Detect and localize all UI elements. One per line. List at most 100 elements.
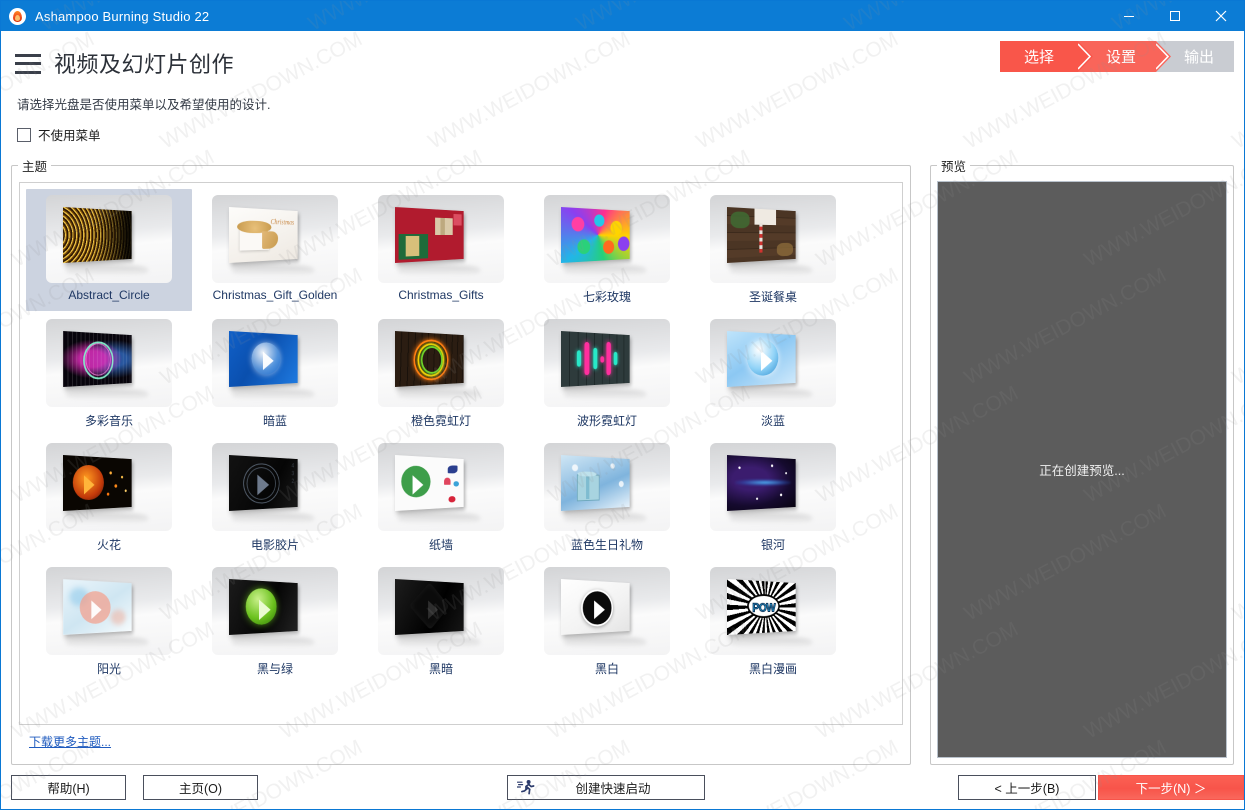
theme-art-sparks (63, 455, 132, 511)
theme-item-label: Abstract_Circle (68, 288, 150, 302)
theme-item[interactable]: 多彩音乐 (26, 313, 192, 435)
theme-thumbnail (710, 319, 836, 407)
preview-area: 正在创建预览... (937, 181, 1227, 758)
theme-item[interactable]: 纸墙 (358, 437, 524, 559)
theme-thumbnail (378, 443, 504, 531)
theme-art-comic-pow: POW (727, 579, 796, 635)
theme-item-label: 阳光 (96, 662, 121, 676)
theme-thumbnail (378, 319, 504, 407)
theme-thumbnail (46, 319, 172, 407)
theme-item-label: 多彩音乐 (84, 414, 133, 428)
theme-thumbnail (46, 195, 172, 283)
chevron-right-icon-2 (1156, 41, 1171, 72)
theme-item-label: 蓝色生日礼物 (570, 538, 643, 552)
help-button[interactable]: 帮助(H) (11, 774, 126, 800)
theme-item[interactable]: 暗蓝 (192, 313, 358, 435)
footer-bar: 帮助(H) 主页(O) 创建快速启动 < 上一步(B) 下一步(N) ＞ (1, 765, 1244, 809)
theme-art-abstract-circle (63, 207, 132, 263)
theme-art-galaxy (727, 455, 796, 511)
theme-art-paper-wall (395, 455, 464, 511)
theme-grid: Abstract_Circle Christmas Christmas_Gift_… (20, 189, 902, 683)
theme-art-blue-birthday-gift (561, 455, 630, 511)
preview-group-legend: 预览 (941, 160, 967, 174)
theme-item[interactable]: 淡蓝 (690, 313, 856, 435)
theme-item[interactable]: 黑白 (524, 561, 690, 683)
theme-thumbnail (46, 567, 172, 655)
theme-list[interactable]: Abstract_Circle Christmas Christmas_Gift_… (19, 182, 903, 725)
theme-art-dark (395, 579, 464, 635)
step-select[interactable]: 选择 (1000, 41, 1093, 72)
theme-thumbnail (710, 443, 836, 531)
minimize-icon[interactable] (1106, 1, 1152, 31)
home-button-label: 主页(O) (178, 781, 223, 796)
theme-art-colorful-music (63, 331, 132, 387)
theme-art-christmas-table (727, 207, 796, 263)
help-button-label: 帮助(H) (47, 781, 90, 796)
theme-item[interactable]: 蓝色生日礼物 (524, 437, 690, 559)
download-more-row: 下载更多主题... (19, 725, 903, 757)
no-menu-checkbox[interactable] (17, 127, 31, 142)
theme-item[interactable]: 黑暗 (358, 561, 524, 683)
theme-item[interactable]: POW 黑白漫画 (690, 561, 856, 683)
theme-art-orange-neon (395, 331, 464, 387)
theme-item[interactable]: 波形霓虹灯 (524, 313, 690, 435)
theme-thumbnail (544, 195, 670, 283)
theme-item[interactable]: 4 3 2 电影胶片 (192, 437, 358, 559)
theme-item-label: 七彩玫瑰 (582, 290, 631, 304)
theme-thumbnail: 432 (212, 443, 338, 531)
theme-item[interactable]: 橙色霓虹灯 (358, 313, 524, 435)
no-menu-row[interactable]: 不使用菜单 (1, 125, 1244, 150)
theme-item-label: 火花 (96, 538, 121, 552)
theme-item[interactable]: 圣诞餐桌 (690, 189, 856, 311)
theme-thumbnail (544, 443, 670, 531)
create-quick-launch-label: 创建快速启动 (575, 781, 651, 796)
step-select-label: 选择 (1023, 49, 1054, 66)
theme-item-label: 黑与绿 (256, 662, 293, 676)
theme-art-dark-blue (229, 331, 298, 387)
page-title: 视频及幻灯片创作 (54, 52, 235, 77)
step-settings-label: 设置 (1105, 49, 1136, 66)
theme-item-label: 圣诞餐桌 (748, 290, 797, 304)
theme-item-label: Christmas_Gifts (398, 288, 484, 302)
page-subtitle: 请选择光盘是否使用菜单以及希望使用的设计. (17, 98, 271, 112)
theme-thumbnail (212, 567, 338, 655)
preview-status-text: 正在创建预览... (1039, 464, 1125, 478)
download-more-themes-link[interactable]: 下载更多主题... (29, 735, 111, 749)
theme-item[interactable]: Christmas Christmas_Gift_Golden (192, 189, 358, 311)
theme-thumbnail (710, 195, 836, 283)
back-button[interactable]: < 上一步(B) (958, 774, 1096, 800)
theme-thumbnail (378, 195, 504, 283)
theme-thumbnail (544, 567, 670, 655)
next-button[interactable]: 下一步(N) ＞ (1098, 774, 1244, 800)
theme-item[interactable]: 七彩玫瑰 (524, 189, 690, 311)
theme-item[interactable]: Christmas_Gifts (358, 189, 524, 311)
theme-art-wave-neon (561, 331, 630, 387)
home-button[interactable]: 主页(O) (143, 774, 258, 800)
maximize-icon[interactable] (1152, 1, 1198, 31)
theme-item[interactable]: Abstract_Circle (26, 189, 192, 311)
no-menu-label: 不使用菜单 (38, 129, 101, 143)
theme-art-black-and-green (229, 579, 298, 635)
theme-item[interactable]: 阳光 (26, 561, 192, 683)
page-header: 视频及幻灯片创作 请选择光盘是否使用菜单以及希望使用的设计. 选择 设置 输出 (1, 31, 1244, 113)
create-quick-launch-button[interactable]: 创建快速启动 (507, 774, 705, 800)
theme-thumbnail: Christmas (212, 195, 338, 283)
hamburger-icon[interactable] (15, 53, 41, 74)
theme-group: 主题 Abstract_Circle Christmas Christmas_Gi… (11, 156, 911, 765)
theme-thumbnail (378, 567, 504, 655)
theme-item[interactable]: 黑与绿 (192, 561, 358, 683)
preview-group: 预览 正在创建预览... (930, 156, 1234, 765)
theme-art-christmas-gift-golden: Christmas (229, 207, 298, 263)
theme-item-label: 银河 (760, 538, 785, 552)
theme-art-black-and-white (561, 579, 630, 635)
close-icon[interactable] (1198, 1, 1244, 31)
theme-item[interactable]: 银河 (690, 437, 856, 559)
theme-item[interactable]: 火花 (26, 437, 192, 559)
theme-art-light-blue (727, 331, 796, 387)
main-content: 主题 Abstract_Circle Christmas Christmas_Gi… (1, 150, 1244, 765)
chevron-right-icon (1078, 41, 1093, 72)
theme-thumbnail (212, 319, 338, 407)
step-output-label: 输出 (1183, 49, 1214, 66)
app-window: Ashampoo Burning Studio 22 视频及幻灯片创作 请选择光… (0, 0, 1245, 810)
window-controls (1106, 1, 1244, 31)
